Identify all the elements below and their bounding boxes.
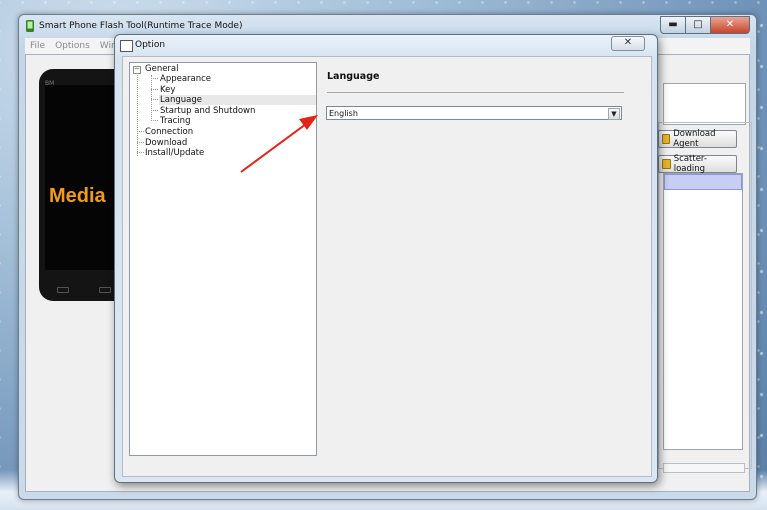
tree-item-key[interactable]: Key: [160, 85, 175, 95]
tree-connector: [137, 152, 144, 153]
phone-home-key-icon: [99, 287, 111, 293]
tree-connector: [151, 75, 152, 121]
tree-connector: [151, 89, 158, 90]
minimize-button[interactable]: ▬: [660, 16, 686, 34]
download-agent-button[interactable]: Download Agent: [658, 129, 737, 149]
close-button[interactable]: ✕: [710, 16, 750, 34]
phone-screen-text: Media: [49, 185, 106, 207]
window-controls: ▬ □ ✕: [660, 16, 750, 34]
partition-list[interactable]: [663, 173, 743, 450]
tree-connector: [151, 78, 158, 79]
language-select[interactable]: English ▼: [326, 106, 622, 120]
tree-connector: [151, 110, 158, 111]
lock-icon: [662, 134, 671, 144]
download-agent-label: Download Agent: [673, 129, 716, 149]
maximize-button[interactable]: □: [685, 16, 711, 34]
language-select-value: English: [329, 109, 358, 118]
tree-item-connection[interactable]: Connection: [145, 127, 193, 137]
menu-options[interactable]: Options: [50, 41, 95, 51]
chevron-down-icon[interactable]: ▼: [608, 108, 620, 120]
option-dialog: Option ✕ − General Appearance Key Langua…: [114, 34, 658, 483]
tree-item-general[interactable]: General: [145, 64, 179, 74]
app-icon: [26, 20, 34, 32]
tree-expander-icon[interactable]: −: [133, 66, 141, 74]
dialog-close-button[interactable]: ✕: [611, 36, 645, 51]
options-tree[interactable]: − General Appearance Key Language Startu…: [129, 62, 317, 456]
tree-connector: [151, 120, 158, 121]
tree-item-tracing[interactable]: Tracing: [160, 116, 190, 126]
tree-connector: [137, 75, 138, 156]
lock-icon: [662, 159, 671, 169]
tree-connector: [137, 131, 144, 132]
tree-item-download[interactable]: Download: [145, 138, 187, 148]
scatter-loading-button[interactable]: Scatter-loading: [658, 154, 737, 174]
tree-item-install-update[interactable]: Install/Update: [145, 148, 204, 158]
scatter-loading-label: Scatter-loading: [673, 154, 707, 174]
tree-connector: [137, 142, 144, 143]
section-divider: [327, 92, 624, 93]
list-selected-row[interactable]: [664, 174, 742, 190]
menu-file[interactable]: File: [25, 41, 50, 51]
tree-item-language[interactable]: Language: [159, 95, 316, 105]
dialog-client-area: − General Appearance Key Language Startu…: [122, 56, 652, 477]
top-right-box: [663, 83, 746, 125]
main-window-title: Smart Phone Flash Tool(Runtime Trace Mod…: [39, 21, 243, 31]
tree-item-startup-shutdown[interactable]: Startup and Shutdown: [160, 106, 255, 116]
phone-menu-key-icon: [57, 287, 69, 293]
dialog-title: Option: [135, 40, 166, 50]
dialog-window-icon: [120, 40, 133, 52]
tree-connector: [151, 99, 158, 100]
section-title: Language: [327, 71, 380, 82]
status-bar: [663, 463, 745, 473]
tree-item-appearance[interactable]: Appearance: [160, 74, 211, 84]
